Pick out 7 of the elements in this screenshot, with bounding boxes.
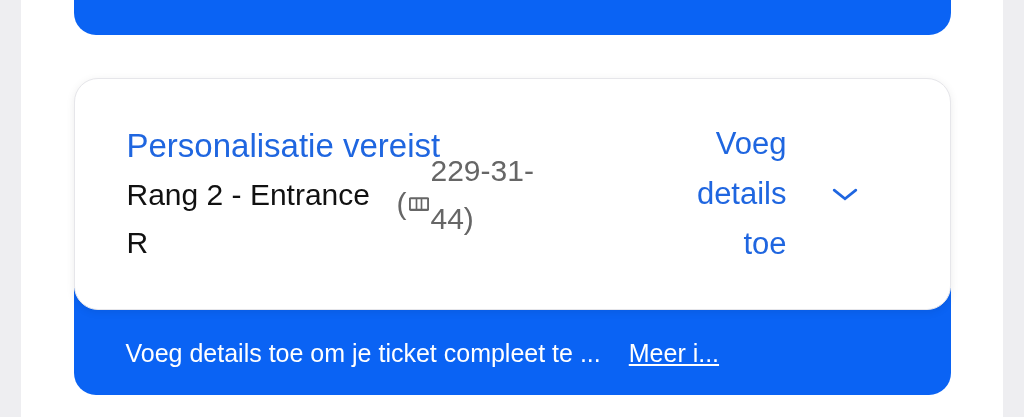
seat-label: Rang 2 - Entrance R [126,177,371,261]
add-details-link[interactable]: Voeg details toe [656,119,787,309]
ticket-prefix: ( [396,189,407,219]
more-link[interactable]: Meer i... [628,334,720,372]
chevron-icon[interactable] [831,188,858,201]
ticket-icon [408,197,429,211]
notice-text: Voeg details toe om je ticket compleet te ... [125,337,601,369]
